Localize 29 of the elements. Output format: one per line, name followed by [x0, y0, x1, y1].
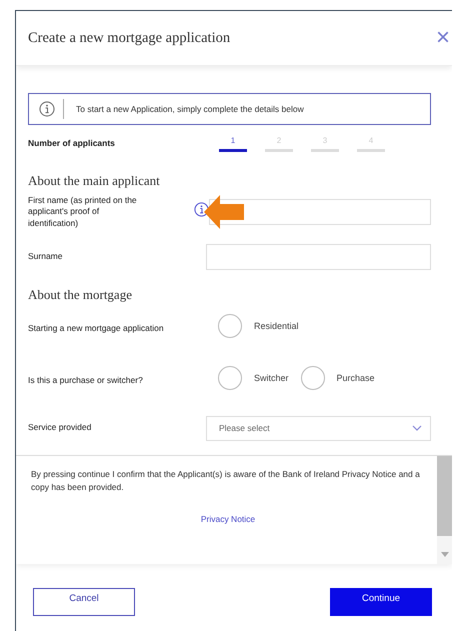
dialog-title: Create a new mortgage application [28, 30, 230, 46]
applicant-tab[interactable]: 1 [219, 136, 247, 152]
info-icon [39, 101, 55, 117]
scrollbar[interactable] [437, 456, 452, 564]
field-label: Service provided [28, 422, 92, 434]
radio-button[interactable] [218, 366, 242, 390]
consent-text: By pressing continue I confirm that the Applicant(s) is aware of the Bank of Ireland Privacy Notice and a copy has been provided. [31, 468, 421, 494]
question-label: Is this a purchase or switcher? [28, 374, 144, 387]
continue-button[interactable]: Continue [330, 588, 432, 616]
radio-button[interactable] [218, 314, 242, 338]
applicants-label: Number of applicants [28, 138, 116, 150]
section-heading: About the main applicant [28, 173, 161, 189]
scroll-down-icon[interactable] [440, 552, 448, 558]
section-heading: About the mortgage [28, 287, 133, 303]
cancel-button[interactable]: Cancel [33, 588, 135, 616]
radio-option[interactable]: Switcher [218, 366, 289, 390]
arrow-icon [204, 195, 244, 229]
radio-button[interactable] [300, 366, 325, 390]
question-label: Starting a new mortgage application [28, 322, 165, 335]
text-field[interactable] [206, 244, 431, 270]
radio-option[interactable]: Residential [218, 314, 299, 338]
field-label: First name (as printed on the applicant's proof of identification) [28, 195, 138, 229]
close-button[interactable]: × [436, 26, 452, 50]
field-label: Surname [28, 251, 64, 263]
chevron-down-icon [412, 425, 422, 431]
info-text: To start a new Application, simply complete the details below [76, 104, 304, 114]
privacy-notice-link[interactable]: Privacy Notice [200, 514, 256, 524]
service-select[interactable]: Please select [206, 416, 431, 440]
radio-option[interactable]: Purchase [300, 366, 375, 390]
